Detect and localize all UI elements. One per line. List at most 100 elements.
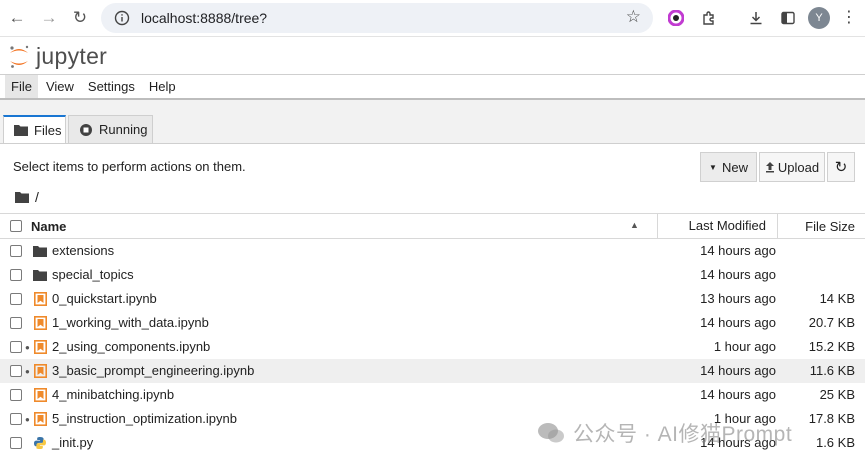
file-name[interactable]: 0_quickstart.ipynb <box>52 291 157 306</box>
browser-toolbar: ← → ↻ localhost:8888/tree? ☆ Y ⋮ <box>0 0 865 37</box>
notebook-icon <box>33 388 47 402</box>
list-item[interactable]: special_topics 14 hours ago <box>0 263 865 287</box>
row-checkbox[interactable] <box>10 437 22 449</box>
listing-header: Name ▲ Last Modified File Size <box>0 213 865 239</box>
file-size: 25 KB <box>819 387 855 402</box>
running-stop-icon <box>79 123 93 137</box>
file-size: 20.7 KB <box>808 315 855 330</box>
sort-ascending-icon[interactable]: ▲ <box>630 220 639 230</box>
tab-files-label: Files <box>34 122 62 138</box>
site-info-icon[interactable] <box>109 10 135 26</box>
refresh-button[interactable]: ↻ <box>827 152 855 182</box>
file-size: 17.8 KB <box>808 411 855 426</box>
watermark-text: 公众号 · AI修猫Prompt <box>573 423 793 446</box>
caret-down-icon: ▼ <box>709 162 717 172</box>
python-file-icon <box>33 436 47 450</box>
jupyter-logo-icon <box>10 45 29 68</box>
notebook-icon <box>33 364 47 378</box>
folder-icon <box>33 244 47 258</box>
row-checkbox[interactable] <box>10 245 22 257</box>
menu-bar: File View Settings Help <box>0 75 865 100</box>
bookmark-star-icon[interactable]: ☆ <box>626 7 641 27</box>
tab-running[interactable]: Running <box>68 115 153 143</box>
file-name[interactable]: 3_basic_prompt_engineering.ipynb <box>52 363 254 378</box>
upload-button[interactable]: Upload <box>759 152 825 182</box>
tab-bar: Files Running <box>0 100 865 143</box>
jupyter-logo[interactable]: jupyter <box>8 43 107 70</box>
file-name[interactable]: special_topics <box>52 267 134 282</box>
browser-menu-icon[interactable]: ⋮ <box>841 7 857 27</box>
file-modified: 13 hours ago <box>700 291 776 306</box>
file-size: 1.6 KB <box>815 435 855 450</box>
jupyter-header: jupyter <box>0 37 865 75</box>
list-item[interactable]: 4_minibatching.ipynb 14 hours ago 25 KB <box>0 383 865 407</box>
row-checkbox[interactable] <box>10 341 22 353</box>
folder-icon <box>15 192 29 203</box>
jupyter-wordmark: jupyter <box>36 43 108 69</box>
file-name[interactable]: 5_instruction_optimization.ipynb <box>52 411 237 426</box>
running-indicator-icon: ● <box>25 343 30 352</box>
select-all-checkbox[interactable] <box>10 220 22 232</box>
folder-icon <box>33 268 47 282</box>
tab-running-label: Running <box>99 122 148 137</box>
notebook-icon <box>33 292 47 306</box>
list-item[interactable]: ● 2_using_components.ipynb 1 hour ago 15.2 … <box>0 335 865 359</box>
breadcrumb[interactable]: / <box>15 189 39 205</box>
new-button[interactable]: ▼ New <box>700 152 757 182</box>
file-size: 14 KB <box>819 291 855 306</box>
reload-icon[interactable]: ↻ <box>70 8 90 28</box>
profile-avatar[interactable]: Y <box>808 7 830 29</box>
list-item[interactable]: extensions 14 hours ago <box>0 239 865 263</box>
file-modified: 1 hour ago <box>713 339 776 354</box>
file-name[interactable]: 4_minibatching.ipynb <box>52 387 174 402</box>
color-extension-icon[interactable] <box>666 8 686 28</box>
file-name[interactable]: extensions <box>52 243 114 258</box>
running-indicator-icon: ● <box>25 367 30 376</box>
watermark: 公众号 · AI修猫Prompt <box>537 418 792 448</box>
row-checkbox[interactable] <box>10 365 22 377</box>
running-indicator-icon: ● <box>25 415 30 424</box>
column-name-header[interactable]: Name <box>31 219 66 234</box>
new-button-label: New <box>721 159 748 175</box>
wechat-icon <box>538 423 564 443</box>
breadcrumb-path: / <box>35 189 39 205</box>
row-checkbox[interactable] <box>10 269 22 281</box>
back-arrow-icon[interactable]: ← <box>7 8 27 28</box>
extensions-puzzle-icon[interactable] <box>699 8 719 28</box>
row-checkbox[interactable] <box>10 413 22 425</box>
file-modified: 14 hours ago <box>700 315 776 330</box>
selection-hint: Select items to perform actions on them. <box>13 159 246 174</box>
row-checkbox[interactable] <box>10 317 22 329</box>
file-modified: 14 hours ago <box>700 387 776 402</box>
column-size-header[interactable]: File Size <box>805 219 855 234</box>
refresh-icon: ↻ <box>834 159 848 176</box>
menu-view[interactable]: View <box>40 75 80 98</box>
folder-icon <box>14 124 28 136</box>
file-modified: 14 hours ago <box>700 243 776 258</box>
file-modified: 14 hours ago <box>700 363 776 378</box>
row-checkbox[interactable] <box>10 389 22 401</box>
notebook-icon <box>33 412 47 426</box>
url-text: localhost:8888/tree? <box>141 10 268 26</box>
download-icon[interactable] <box>746 8 766 28</box>
address-bar[interactable]: localhost:8888/tree? ☆ <box>101 3 653 33</box>
file-name[interactable]: 2_using_components.ipynb <box>52 339 210 354</box>
row-checkbox[interactable] <box>10 293 22 305</box>
forward-arrow-icon[interactable]: → <box>39 8 59 28</box>
upload-icon <box>765 161 775 173</box>
column-modified-header[interactable]: Last Modified <box>657 214 778 238</box>
file-name[interactable]: _init.py <box>52 435 93 450</box>
list-item[interactable]: ● 3_basic_prompt_engineering.ipynb 14 hour… <box>0 359 865 383</box>
notebook-icon <box>33 340 47 354</box>
menu-settings[interactable]: Settings <box>82 75 141 98</box>
notebook-icon <box>33 316 47 330</box>
file-name[interactable]: 1_working_with_data.ipynb <box>52 315 209 330</box>
list-item[interactable]: 1_working_with_data.ipynb 14 hours ago 20.… <box>0 311 865 335</box>
menu-help[interactable]: Help <box>143 75 182 98</box>
side-panel-icon[interactable] <box>778 8 798 28</box>
upload-button-label: Upload <box>777 159 820 175</box>
file-modified: 14 hours ago <box>700 267 776 282</box>
tab-files[interactable]: Files <box>3 115 66 143</box>
menu-file[interactable]: File <box>5 75 38 98</box>
list-item[interactable]: 0_quickstart.ipynb 13 hours ago 14 KB <box>0 287 865 311</box>
